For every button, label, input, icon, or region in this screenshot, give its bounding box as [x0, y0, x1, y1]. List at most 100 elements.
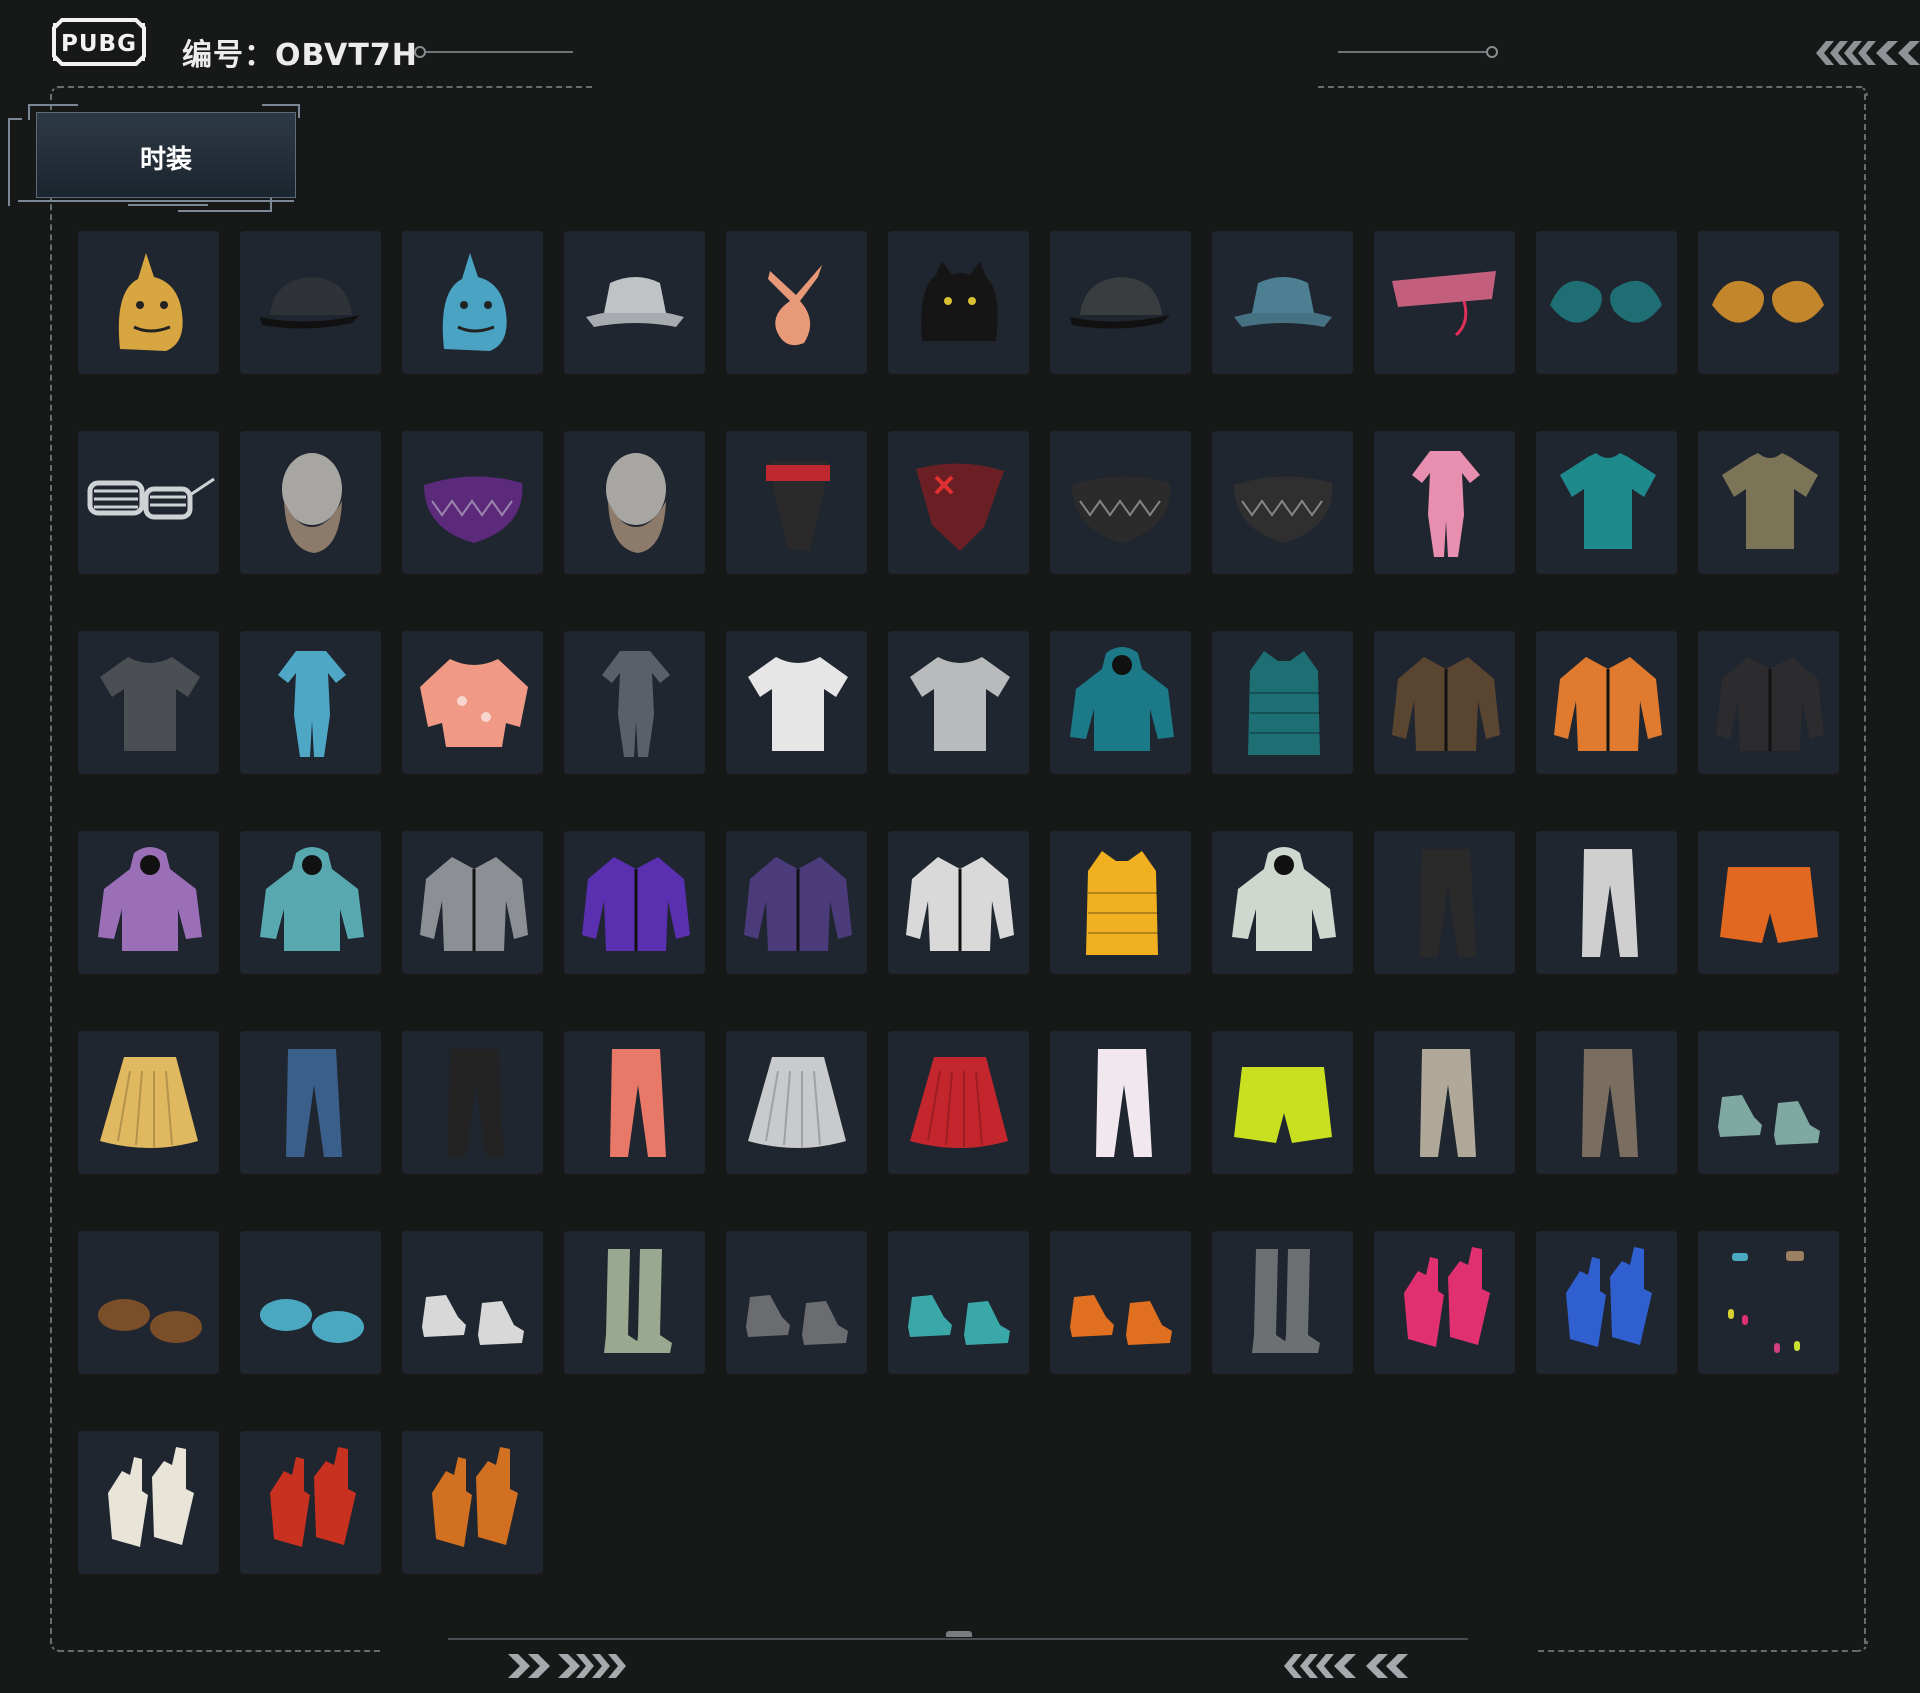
- item-slot[interactable]: [1374, 1231, 1515, 1374]
- item-slot[interactable]: [78, 1031, 219, 1174]
- item-slot[interactable]: [726, 831, 867, 974]
- item-slot[interactable]: [402, 631, 543, 774]
- item-slot[interactable]: [888, 1231, 1029, 1374]
- item-slot[interactable]: [1374, 431, 1515, 574]
- item-slot[interactable]: [1050, 1031, 1191, 1174]
- beard-icon: [606, 453, 666, 553]
- item-slot[interactable]: [1698, 431, 1839, 574]
- skirt-icon: [910, 1057, 1008, 1148]
- tshirt-icon: [100, 657, 200, 751]
- item-slot[interactable]: [402, 1231, 543, 1374]
- item-slot[interactable]: [1050, 231, 1191, 374]
- item-slot[interactable]: [564, 631, 705, 774]
- item-slot[interactable]: [726, 1031, 867, 1174]
- shoes-icon: [1070, 1295, 1172, 1345]
- item-slot[interactable]: [78, 1231, 219, 1374]
- paw-shoes-icon: [98, 1299, 202, 1343]
- frame-corner: [50, 86, 62, 98]
- item-slot[interactable]: [402, 1031, 543, 1174]
- gloves-icon: [1404, 1247, 1490, 1347]
- item-slot[interactable]: [1536, 831, 1677, 974]
- item-slot[interactable]: [1212, 431, 1353, 574]
- boots-icon: [1252, 1249, 1320, 1353]
- item-slot[interactable]: [1374, 831, 1515, 974]
- jumpsuit-icon: [1412, 451, 1480, 557]
- item-slot[interactable]: [726, 431, 867, 574]
- shoes-icon: [422, 1295, 524, 1345]
- item-slot[interactable]: [888, 431, 1029, 574]
- item-slot[interactable]: [1212, 1231, 1353, 1374]
- item-slot[interactable]: [78, 431, 219, 574]
- item-slot[interactable]: [240, 831, 381, 974]
- item-slot[interactable]: [78, 631, 219, 774]
- hoodie-icon: [98, 847, 202, 951]
- item-slot[interactable]: [888, 1031, 1029, 1174]
- pants-icon: [1096, 1049, 1152, 1157]
- item-slot[interactable]: [564, 831, 705, 974]
- item-slot[interactable]: [726, 631, 867, 774]
- item-slot[interactable]: [1050, 431, 1191, 574]
- item-slot[interactable]: [1536, 1231, 1677, 1374]
- dino-mask-icon: [442, 253, 507, 351]
- item-slot[interactable]: [1050, 831, 1191, 974]
- pants-icon: [1420, 849, 1476, 957]
- item-slot[interactable]: [78, 1431, 219, 1574]
- boots-icon: [604, 1249, 672, 1353]
- helmet-mask-icon: [766, 461, 830, 551]
- item-slot[interactable]: [1374, 1031, 1515, 1174]
- item-slot[interactable]: [1536, 1031, 1677, 1174]
- item-slot[interactable]: [564, 1231, 705, 1374]
- item-slot[interactable]: [1050, 1231, 1191, 1374]
- item-slot[interactable]: [1698, 831, 1839, 974]
- line-node-icon: [414, 46, 426, 58]
- item-slot[interactable]: [1212, 631, 1353, 774]
- item-slot[interactable]: [1374, 231, 1515, 374]
- item-slot[interactable]: [1212, 1031, 1353, 1174]
- item-slot[interactable]: [1536, 431, 1677, 574]
- item-slot[interactable]: [240, 1431, 381, 1574]
- item-slot[interactable]: [402, 1431, 543, 1574]
- item-slot[interactable]: [78, 831, 219, 974]
- chevrons-right-icon: [508, 1654, 626, 1678]
- item-slot[interactable]: [1374, 631, 1515, 774]
- nails-icon: [1728, 1251, 1804, 1353]
- pants-icon: [286, 1049, 342, 1157]
- item-slot[interactable]: [1212, 831, 1353, 974]
- item-slot[interactable]: [240, 1231, 381, 1374]
- item-slot[interactable]: [78, 231, 219, 374]
- item-slot[interactable]: [1698, 231, 1839, 374]
- scroll-indicator[interactable]: [946, 1631, 972, 1637]
- item-slot[interactable]: [240, 231, 381, 374]
- item-slot[interactable]: [1536, 231, 1677, 374]
- item-slot[interactable]: [726, 1231, 867, 1374]
- item-slot[interactable]: [888, 831, 1029, 974]
- frame-corner: [1856, 1640, 1868, 1652]
- item-slot[interactable]: [564, 231, 705, 374]
- item-slot[interactable]: [1212, 231, 1353, 374]
- bottom-divider: [448, 1638, 1468, 1640]
- gloves-icon: [1566, 1247, 1652, 1347]
- item-slot[interactable]: [888, 231, 1029, 374]
- item-slot[interactable]: [1698, 1231, 1839, 1374]
- tab-fashion[interactable]: 时装: [8, 104, 300, 214]
- item-slot[interactable]: [726, 231, 867, 374]
- item-grid: [78, 231, 1839, 1574]
- item-slot[interactable]: [1698, 631, 1839, 774]
- beard-icon: [282, 453, 342, 553]
- item-slot[interactable]: [402, 831, 543, 974]
- item-slot[interactable]: [240, 1031, 381, 1174]
- item-slot[interactable]: [240, 431, 381, 574]
- item-slot[interactable]: [1698, 1031, 1839, 1174]
- item-slot[interactable]: [402, 231, 543, 374]
- item-slot[interactable]: [888, 631, 1029, 774]
- vest-icon: [1086, 851, 1158, 955]
- item-slot[interactable]: [564, 431, 705, 574]
- item-slot[interactable]: [402, 431, 543, 574]
- item-slot[interactable]: [1050, 631, 1191, 774]
- item-slot[interactable]: [1536, 631, 1677, 774]
- jacket-icon: [1392, 657, 1500, 751]
- cap-icon: [1070, 277, 1170, 329]
- item-slot[interactable]: [240, 631, 381, 774]
- frame-border: [58, 86, 592, 88]
- item-slot[interactable]: [564, 1031, 705, 1174]
